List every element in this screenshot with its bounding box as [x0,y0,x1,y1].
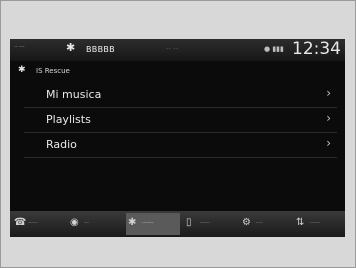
list-item-label: Playlists [46,113,91,126]
status-bar: -- --- ✱ BBBBB -- -- ● ▮▮▮ 12:34 [10,39,345,61]
chevron-right-icon: › [326,86,331,100]
bluetooth-audio-icon: ✱ [128,217,137,228]
bluetooth-icon: ✱ [66,41,76,54]
status-center-text: -- -- [166,45,179,53]
phone-device-icon: ▯ [186,217,192,228]
dock-item-label: ------ [200,221,210,226]
dock-item-phone[interactable]: ☎ ------ [12,213,64,235]
dock-item-label: ------ [28,221,38,226]
settings-icon: ⚙ [242,217,251,228]
list-item-mi-musica[interactable]: Mi musica › [24,83,337,108]
list-item-playlists[interactable]: Playlists › [24,108,337,133]
signal-indicator: ● ▮▮▮ [264,45,284,53]
dock-item-sort[interactable]: ⇅ ------ [294,213,343,235]
bluetooth-source-icon: ✱ [18,65,26,75]
mic-icon: ◉ [70,217,79,228]
infotainment-screen: -- --- ✱ BBBBB -- -- ● ▮▮▮ 12:34 ✱ IS Re… [10,39,345,237]
dock-item-voice[interactable]: ◉ --- [68,213,120,235]
bottom-dock: ☎ ------ ◉ --- ✱ ------- ▯ ------ ⚙ ----… [10,211,345,237]
source-title: IS Rescue [36,67,70,75]
status-left-text: -- --- [14,44,25,50]
chevron-right-icon: › [326,111,331,125]
list-item-label: Radio [46,138,77,151]
dock-item-label: ------ [310,221,320,226]
outer-frame: -- --- ✱ BBBBB -- -- ● ▮▮▮ 12:34 ✱ IS Re… [0,0,356,268]
phone-icon: ☎ [14,217,27,228]
dock-item-label: ------- [142,221,154,226]
sort-icon: ⇅ [296,217,305,228]
menu-list: Mi musica › Playlists › Radio › [24,83,337,158]
dock-item-bluetooth-audio[interactable]: ✱ ------- [126,213,180,235]
dock-item-phone-device[interactable]: ▯ ------ [184,213,236,235]
clock: 12:34 [292,39,341,59]
list-item-label: Mi musica [46,88,102,101]
dock-item-label: --- [84,221,89,226]
list-item-radio[interactable]: Radio › [24,133,337,158]
dock-item-settings[interactable]: ⚙ ---- [240,213,292,235]
dock-item-label: ---- [256,221,263,226]
chevron-right-icon: › [326,136,331,150]
device-name: BBBBB [86,45,115,54]
